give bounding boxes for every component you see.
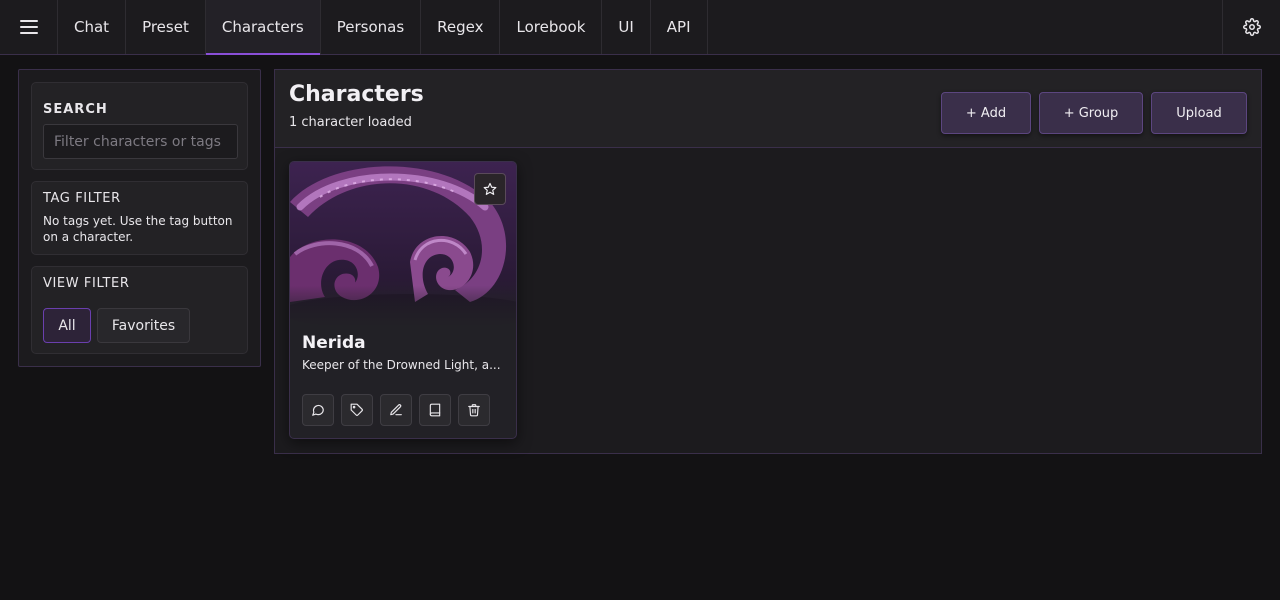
view-favorites-button[interactable]: Favorites <box>97 308 190 343</box>
page-title: Characters <box>289 82 424 107</box>
tag-filter-label: TAG FILTER <box>43 191 121 206</box>
settings-button[interactable] <box>1222 0 1280 54</box>
characters-header: Characters 1 character loaded + Add + Gr… <box>275 70 1261 148</box>
tab-personas[interactable]: Personas <box>321 0 422 54</box>
tag-filter-note: No tags yet. Use the tag button on a cha… <box>43 214 233 244</box>
trash-icon <box>468 404 480 417</box>
filter-sidebar: SEARCH TAG FILTER No tags yet. Use the t… <box>18 69 261 367</box>
menu-button[interactable] <box>0 0 58 54</box>
search-input[interactable] <box>43 124 238 159</box>
top-nav: Chat Preset Characters Personas Regex Lo… <box>0 0 1280 55</box>
lorebook-button[interactable] <box>419 394 451 426</box>
edit-button[interactable] <box>380 394 412 426</box>
view-all-button[interactable]: All <box>43 308 91 343</box>
character-count: 1 character loaded <box>289 115 412 130</box>
characters-panel: Characters 1 character loaded + Add + Gr… <box>274 69 1262 454</box>
chat-icon <box>312 404 324 416</box>
tab-regex[interactable]: Regex <box>421 0 501 54</box>
tag-filter-panel: TAG FILTER No tags yet. Use the tag butt… <box>31 181 248 255</box>
tab-ui[interactable]: UI <box>602 0 651 54</box>
nav-tabs: Chat Preset Characters Personas Regex Lo… <box>58 0 708 55</box>
tab-chat[interactable]: Chat <box>58 0 127 54</box>
star-icon <box>483 182 497 195</box>
tab-characters[interactable]: Characters <box>205 0 321 55</box>
chat-button[interactable] <box>302 394 334 426</box>
add-character-button[interactable]: + Add <box>941 92 1031 134</box>
tag-button[interactable] <box>341 394 373 426</box>
character-card[interactable]: Nerida Keeper of the Drowned Light, a... <box>289 161 517 439</box>
tab-api[interactable]: API <box>651 0 708 54</box>
hamburger-icon <box>19 20 38 34</box>
add-group-button[interactable]: + Group <box>1039 92 1143 134</box>
tab-lorebook[interactable]: Lorebook <box>500 0 603 54</box>
upload-button[interactable]: Upload <box>1151 92 1247 134</box>
view-filter-panel: VIEW FILTER All Favorites <box>31 266 248 354</box>
search-label: SEARCH <box>43 102 108 117</box>
tag-icon <box>350 403 363 416</box>
character-description: Keeper of the Drowned Light, a... <box>302 358 501 372</box>
character-actions <box>302 394 490 426</box>
edit-icon <box>390 404 402 416</box>
favorite-button[interactable] <box>474 173 506 205</box>
view-filter-label: VIEW FILTER <box>43 276 130 291</box>
delete-button[interactable] <box>458 394 490 426</box>
tab-preset[interactable]: Preset <box>126 0 206 54</box>
book-icon <box>429 403 441 417</box>
gear-icon <box>1242 18 1261 36</box>
search-panel: SEARCH <box>31 82 248 170</box>
character-name: Nerida <box>302 333 366 353</box>
